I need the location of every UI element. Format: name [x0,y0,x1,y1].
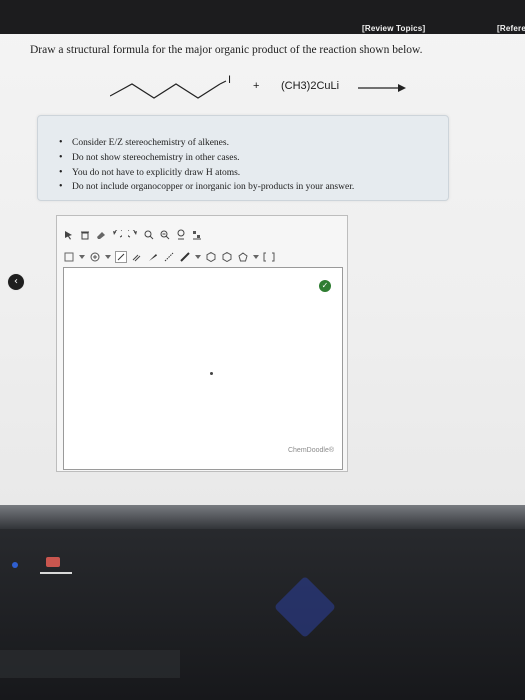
double-bond-icon[interactable] [131,251,143,263]
zoom-in-icon[interactable] [143,229,155,241]
zoom-out-icon[interactable] [159,229,171,241]
taskbar-active-indicator [40,572,72,574]
taskbar-app-icon[interactable] [46,557,60,567]
benzene-ring-icon[interactable] [205,251,217,263]
bezel-glow [0,505,525,529]
browser-viewport: [Review Topics] [Refere Draw a structura… [0,0,525,505]
iodine-label: I [228,74,231,86]
status-light-icon [12,562,18,568]
instruction-item: You do not have to explicitly draw H ato… [59,166,354,181]
cyclohexane-ring-icon[interactable] [221,251,233,263]
references-link[interactable]: [Refere [497,24,525,33]
reagent-formula: (CH3)2CuLi [281,80,340,92]
top-navigation-bar: [Review Topics] [Refere [0,0,525,34]
plus-sign: + [253,80,260,92]
bold-bond-icon[interactable] [179,251,191,263]
select-tool-icon[interactable] [63,229,75,241]
single-bond-icon[interactable] [115,251,127,263]
reactant-structure: I [110,74,231,99]
undo-icon[interactable] [111,229,123,241]
instruction-list: Consider E/Z stereochemistry of alkenes.… [59,136,354,195]
drawing-canvas[interactable]: ✓ ChemDoodle® [63,267,343,470]
question-text: Draw a structural formula for the major … [30,44,423,56]
side-expand-button[interactable]: ‹ [7,273,25,291]
canvas-dot [210,372,213,375]
hash-bond-icon[interactable] [163,251,175,263]
instruction-item: Do not show stereochemistry in other cas… [59,151,354,166]
erase-tool-icon[interactable] [95,229,107,241]
clear-tool-icon[interactable] [79,229,91,241]
editor-toolbar-bottom [63,248,275,266]
instruction-item: Consider E/Z stereochemistry of alkenes. [59,136,354,151]
carbon-label-icon[interactable] [175,229,187,241]
periodic-table-icon[interactable] [191,229,203,241]
cyclopentane-ring-icon[interactable] [237,251,249,263]
review-topics-link[interactable]: [Review Topics] [362,24,425,33]
instruction-box: Consider E/Z stereochemistry of alkenes.… [37,115,449,201]
desk-reflection [0,650,180,678]
dropdown-chevron-icon[interactable] [253,251,259,263]
instruction-item: Do not include organocopper or inorganic… [59,180,354,195]
check-icon: ✓ [319,280,331,292]
reaction-arrow-icon [358,84,406,92]
chemdoodle-editor: ✓ ChemDoodle® [56,215,348,472]
dropdown-chevron-icon[interactable] [195,251,201,263]
wedge-bond-icon[interactable] [147,251,159,263]
editor-toolbar-top [63,226,203,244]
dropdown-chevron-icon[interactable] [79,251,85,263]
redo-icon[interactable] [127,229,139,241]
bracket-tool-icon[interactable] [263,251,275,263]
dropdown-chevron-icon[interactable] [105,251,111,263]
chemdoodle-brand: ChemDoodle® [287,447,334,454]
charge-tool-icon[interactable] [63,251,75,263]
add-charge-icon[interactable] [89,251,101,263]
